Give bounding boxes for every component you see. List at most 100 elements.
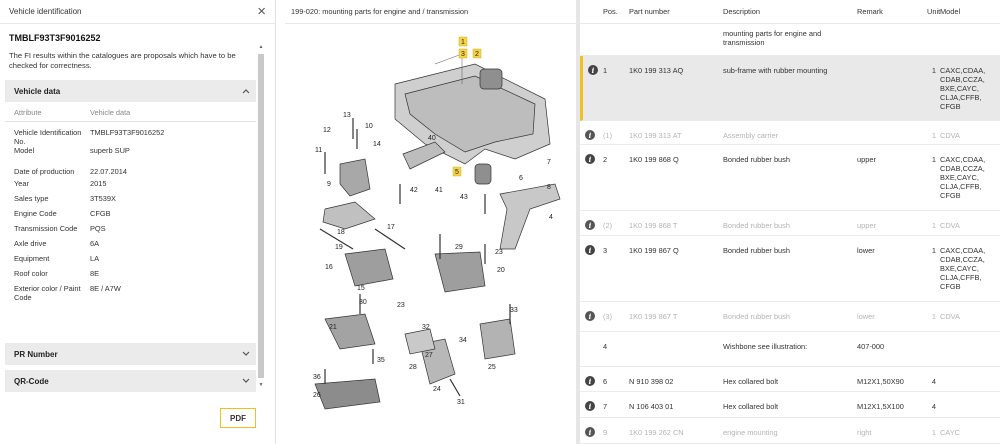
callout-35[interactable]: 35 bbox=[377, 357, 385, 364]
pos-header[interactable]: Pos. bbox=[603, 7, 629, 16]
table-row[interactable]: i 3 1K0 199 867 Q Bonded rubber bush lower 1 C… bbox=[580, 236, 1000, 302]
callout-6[interactable]: 6 bbox=[519, 175, 523, 182]
callout-36[interactable]: 36 bbox=[313, 374, 321, 381]
callout-4[interactable]: 4 bbox=[549, 214, 553, 221]
callout-21[interactable]: 21 bbox=[329, 324, 337, 331]
callout-32[interactable]: 32 bbox=[422, 324, 430, 331]
table-row[interactable]: i 9 1K0 199 262 CN engine mounting right 1 CAY… bbox=[580, 418, 1000, 444]
info-icon[interactable]: i bbox=[585, 130, 595, 140]
callout-23[interactable]: 23 bbox=[397, 302, 405, 309]
vehicle-data-section-toggle[interactable]: Vehicle data bbox=[5, 80, 256, 102]
info-icon[interactable]: i bbox=[585, 376, 595, 386]
remark-cell: right bbox=[857, 428, 872, 437]
description-cell: Bonded rubber bush bbox=[723, 246, 790, 255]
callout-15[interactable]: 15 bbox=[357, 285, 365, 292]
info-icon[interactable]: i bbox=[585, 154, 595, 164]
remark-cell: M12X1,50X90 bbox=[857, 377, 904, 386]
callout-12[interactable]: 12 bbox=[323, 127, 331, 134]
vehicle-panel-header: Vehicle identification × bbox=[0, 0, 275, 24]
table-row[interactable]: 4 Wishbone see illustration: 407-000 bbox=[580, 332, 1000, 367]
callout-3[interactable]: 3 bbox=[461, 51, 465, 58]
vehicle-panel-scrollbar[interactable]: ▲ ▼ bbox=[258, 44, 264, 390]
remark-cell: lower bbox=[857, 312, 875, 321]
vehicle-data-row: Roof color 8E bbox=[5, 266, 256, 281]
table-row[interactable]: i6 N 910 398 02 Hex collared bolt M12X1,50X… bbox=[580, 367, 1000, 392]
callout-17[interactable]: 17 bbox=[387, 224, 395, 231]
callout-8[interactable]: 8 bbox=[547, 184, 551, 191]
description-cell: Hex collared bolt bbox=[723, 377, 779, 386]
vehicle-data-row: Transmission Code PQS bbox=[5, 221, 256, 236]
table-row[interactable]: i (1) 1K0 199 313 AT Assembly carrier 1 CDVA bbox=[580, 121, 1000, 145]
callout-31[interactable]: 31 bbox=[457, 399, 465, 406]
callout-1[interactable]: 1 bbox=[461, 39, 465, 46]
callout-26[interactable]: 26 bbox=[313, 392, 321, 399]
callout-40[interactable]: 40 bbox=[428, 135, 436, 142]
callout-41[interactable]: 41 bbox=[435, 187, 443, 194]
info-icon[interactable]: i bbox=[585, 401, 595, 411]
callout-34[interactable]: 34 bbox=[459, 337, 467, 344]
info-icon[interactable]: i bbox=[585, 427, 595, 437]
callout-5[interactable]: 5 bbox=[455, 169, 459, 176]
callout-28[interactable]: 28 bbox=[409, 364, 417, 371]
vehicle-attribute-label: Axle drive bbox=[14, 239, 47, 248]
info-icon[interactable]: i bbox=[588, 65, 598, 75]
callout-16[interactable]: 16 bbox=[325, 264, 333, 271]
callout-30[interactable]: 30 bbox=[359, 299, 367, 306]
pos-cell: (2) bbox=[603, 221, 613, 230]
vehicle-attribute-value: CFGB bbox=[90, 209, 111, 218]
pr-number-section-toggle[interactable]: PR Number bbox=[5, 343, 256, 365]
table-row[interactable]: i (3) 1K0 199 867 T Bonded rubber bush lower… bbox=[580, 302, 1000, 332]
info-icon[interactable]: i bbox=[585, 245, 595, 255]
scroll-down-arrow-icon[interactable]: ▼ bbox=[258, 382, 264, 388]
callout-14[interactable]: 14 bbox=[373, 141, 381, 148]
qr-code-section-toggle[interactable]: QR-Code bbox=[5, 370, 256, 392]
callout-18[interactable]: 18 bbox=[337, 229, 345, 236]
callout-11[interactable]: 11 bbox=[315, 147, 322, 154]
callout-7[interactable]: 7 bbox=[547, 159, 551, 166]
pos-cell: 7 bbox=[603, 402, 608, 411]
scroll-up-arrow-icon[interactable]: ▲ bbox=[258, 44, 264, 50]
info-icon[interactable]: i bbox=[585, 220, 595, 230]
diagram-title: 199-020: mounting parts for engine and /… bbox=[285, 0, 576, 24]
callout-43[interactable]: 43 bbox=[460, 194, 468, 201]
callout-29[interactable]: 29 bbox=[455, 244, 463, 251]
part-number-header[interactable]: Part number bbox=[629, 7, 723, 16]
callout-33[interactable]: 33 bbox=[510, 307, 518, 314]
vehicle-data-row: Equipment LA bbox=[5, 251, 256, 266]
vehicle-attribute-value: TMBLF93T3F9016252 bbox=[90, 128, 165, 137]
callout-10[interactable]: 10 bbox=[365, 123, 373, 130]
callout-2[interactable]: 2 bbox=[475, 51, 479, 58]
vehicle-attribute-value: 6A bbox=[90, 239, 100, 248]
pdf-button[interactable]: PDF bbox=[220, 408, 256, 428]
callout-20[interactable]: 20 bbox=[497, 267, 505, 274]
info-cell: i bbox=[583, 65, 603, 75]
callout-25[interactable]: 25 bbox=[488, 364, 496, 371]
remark-cell: upper bbox=[857, 221, 876, 230]
table-row[interactable]: i 2 1K0 199 868 Q Bonded rubber bush upper 1 C… bbox=[580, 145, 1000, 211]
scrollbar-thumb[interactable] bbox=[258, 54, 264, 378]
callout-24[interactable]: 24 bbox=[433, 386, 441, 393]
info-icon[interactable]: i bbox=[585, 311, 595, 321]
table-row-selected[interactable]: i 1 1K0 199 313 AQ sub-frame with rubber mo… bbox=[580, 56, 1000, 121]
callout-23[interactable]: 23 bbox=[495, 249, 503, 256]
callout-42[interactable]: 42 bbox=[410, 187, 418, 194]
model-header[interactable]: Model bbox=[940, 7, 1000, 16]
callout-9[interactable]: 9 bbox=[327, 181, 331, 188]
callout-27[interactable]: 27 bbox=[425, 352, 433, 359]
unit-header[interactable]: Unit bbox=[927, 7, 940, 16]
table-row[interactable]: i (2) 1K0 199 868 T Bonded rubber bush upper… bbox=[580, 211, 1000, 236]
exploded-parts-diagram[interactable]: 1 3 2 5 13 10 12 14 11 9 40 42 41 43 7 8… bbox=[285, 24, 576, 444]
callout-13[interactable]: 13 bbox=[343, 112, 351, 119]
part-number-cell: 1K0 199 868 T bbox=[629, 221, 678, 230]
pos-cell: (3) bbox=[603, 312, 613, 321]
vehicle-attribute-value: 8E bbox=[90, 269, 100, 278]
description-header[interactable]: Description bbox=[723, 7, 857, 16]
parts-table-header: Pos. Part number Description Remark Unit… bbox=[580, 0, 1000, 24]
table-row[interactable]: i7 N 106 403 01 Hex collared bolt M12X1,5X1… bbox=[580, 392, 1000, 418]
unit-cell: 1 bbox=[931, 221, 936, 230]
callout-19[interactable]: 19 bbox=[335, 244, 343, 251]
table-row[interactable]: mounting parts for engine and transmissi… bbox=[580, 24, 1000, 56]
description-cell: Bonded rubber bush bbox=[723, 221, 790, 230]
remark-header[interactable]: Remark bbox=[857, 7, 927, 16]
close-icon[interactable]: × bbox=[257, 4, 266, 19]
